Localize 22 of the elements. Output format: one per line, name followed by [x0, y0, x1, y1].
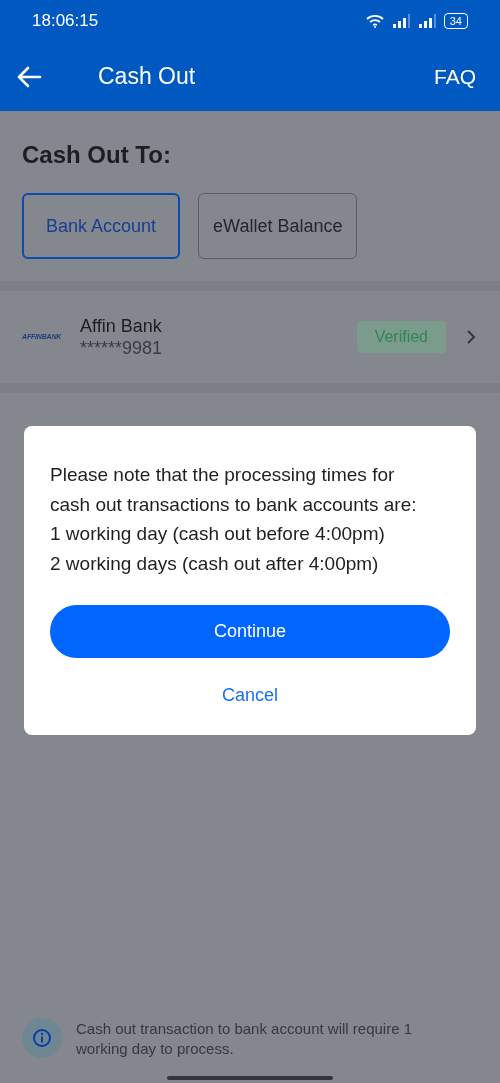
wifi-icon: [365, 14, 384, 28]
destination-tab[interactable]: eWallet Balance: [198, 193, 358, 259]
battery-indicator: 34: [443, 13, 468, 29]
bank-name: Affin Bank: [80, 315, 163, 337]
dialog-message: 1 working day (cash out before 4:00pm): [50, 522, 386, 546]
page-title: Cash Out: [98, 62, 196, 92]
continue-button[interactable]: Continue: [50, 605, 450, 658]
info-icon: [22, 1018, 62, 1058]
dialog-message: Please note that the processing times for cash out transactions to bank accounts are:: [50, 463, 418, 517]
signal-icon: [391, 14, 410, 28]
processing-note: Cash out transaction to bank account will require 1 working day to process.: [76, 1019, 414, 1059]
back-icon[interactable]: [16, 65, 42, 88]
verified-badge: Verified: [356, 321, 446, 353]
section-heading: Cash Out To:: [22, 140, 172, 170]
account-number: ******9981: [80, 337, 163, 359]
cancel-button[interactable]: Cancel: [222, 682, 278, 709]
dialog-message: 2 working days (cash out after 4:00pm): [50, 551, 380, 576]
destination-tab[interactable]: Bank Account: [22, 193, 181, 259]
faq-link[interactable]: FAQ: [434, 60, 476, 93]
signal-icon: [417, 14, 436, 28]
chevron-right-icon: [466, 329, 476, 345]
status-time: 18:06:15: [32, 10, 99, 33]
